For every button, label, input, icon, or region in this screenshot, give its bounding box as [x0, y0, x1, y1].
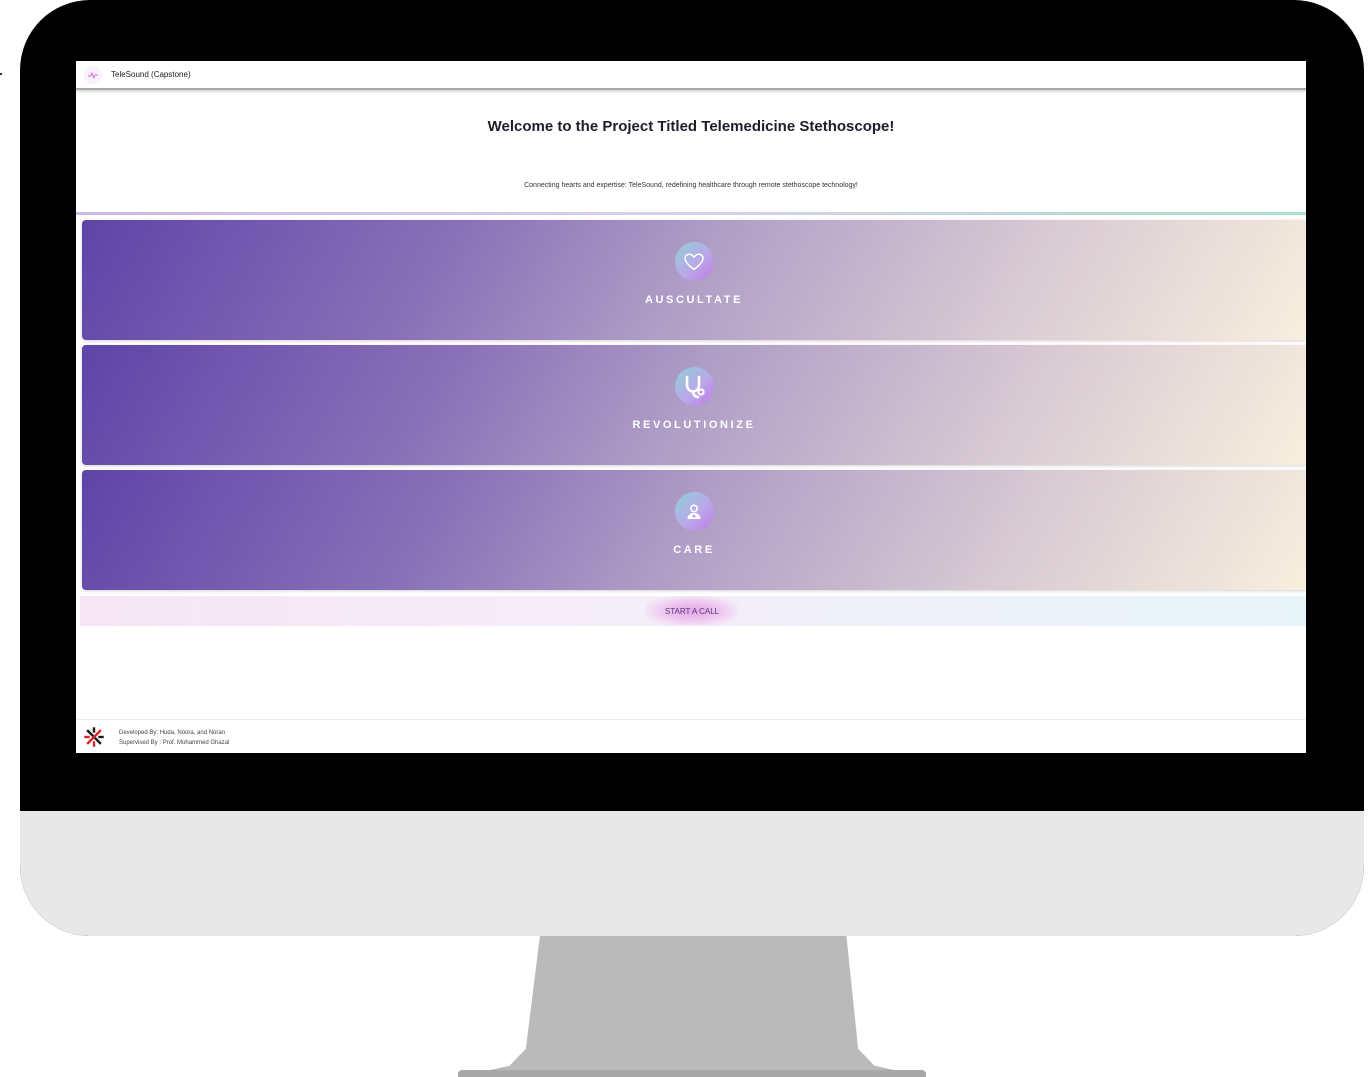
page-tagline: Connecting hearts and expertise: TeleSou… [524, 182, 858, 189]
card-label: AUSCULTATE [644, 294, 744, 306]
university-logo-icon [84, 727, 104, 747]
card-label: REVOLUTIONIZE [632, 419, 756, 431]
stethoscope-icon [674, 367, 714, 406]
card-revolutionize[interactable]: REVOLUTIONIZE [82, 345, 1306, 465]
card-auscultate[interactable]: AUSCULTATE [82, 220, 1306, 340]
footer: Developed By: Huda, Noora, and Noran Sup… [76, 719, 1306, 753]
screen: TeleSound (Capstone) Welcome to the Proj… [76, 61, 1306, 753]
heart-icon [674, 242, 714, 281]
card-label: CARE [673, 544, 715, 556]
supervised-by-text: Supervised By : Prof. Mohammed Ghazal [119, 740, 230, 746]
app-bar: TeleSound (Capstone) [76, 61, 1306, 90]
monitor-stand [458, 936, 926, 1077]
monitor-chin [20, 811, 1364, 936]
monitor-stand-base [458, 1070, 926, 1077]
doctor-icon [674, 492, 714, 531]
developed-by-text: Developed By: Huda, Noora, and Noran [119, 730, 226, 736]
page-title: Welcome to the Project Titled Telemedici… [487, 118, 895, 135]
app-title: TeleSound (Capstone) [111, 70, 191, 79]
app-logo-icon[interactable] [84, 65, 102, 84]
footer-credits: Developed By: Huda, Noora, and Noran Sup… [119, 728, 229, 748]
start-call-button[interactable]: START A CALL [646, 596, 738, 626]
header-divider [76, 212, 1306, 215]
edge-mark [0, 73, 2, 75]
card-care[interactable]: CARE [82, 470, 1306, 590]
